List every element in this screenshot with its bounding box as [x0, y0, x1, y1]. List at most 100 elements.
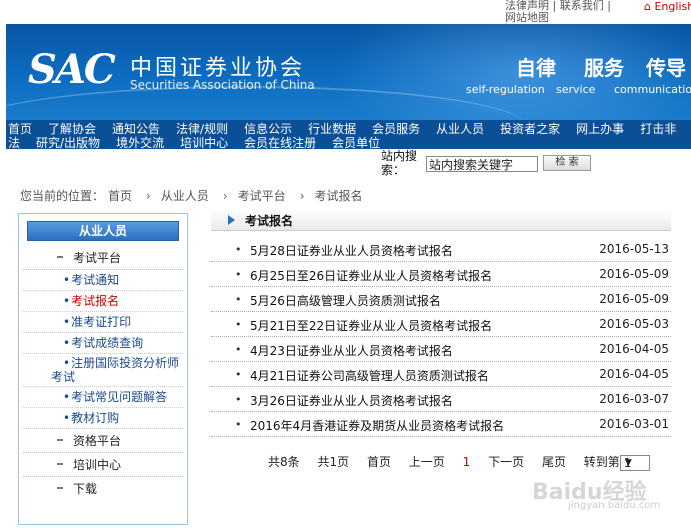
list-item-title[interactable]: 2016年4月香港证券及期货从业员资格考试报名 [250, 417, 504, 434]
sidebar-title: 从业人员 [27, 221, 179, 241]
list-item-date: 2016-05-09 [599, 292, 669, 306]
content-header: 考试报名 [211, 209, 671, 231]
search-bar: 站内搜索： 检 索 [6, 149, 691, 177]
list-item[interactable]: • 2016年4月香港证券及期货从业员资格考试报名 2016-03-01 [211, 412, 671, 437]
sidebar-item-cipa-exam[interactable]: •注册国际投资分析师考试 [23, 354, 183, 387]
collapse-icon [57, 256, 63, 258]
breadcrumb-exam-platform[interactable]: 考试平台 [238, 189, 286, 203]
nav-online-office[interactable]: 网上办事 [576, 122, 624, 136]
pager-prev[interactable]: 上一页 [409, 455, 445, 469]
list-item[interactable]: • 5月26日高级管理人员资质测试报名 2016-05-09 [211, 287, 671, 312]
sidebar-item-textbook[interactable]: •教材订购 [23, 408, 183, 429]
sidebar-section-training[interactable]: 培训中心 [23, 453, 183, 477]
sidebar-section-download[interactable]: 下载 [23, 477, 183, 501]
nav-research[interactable]: 研究/出版物 [36, 136, 100, 150]
chevron-right-icon: › [299, 189, 305, 203]
nav-training[interactable]: 培训中心 [180, 136, 228, 150]
list-item-date: 2016-05-09 [599, 267, 669, 281]
slogan-en-self-regulation: self-regulation [466, 83, 545, 96]
site-banner: SAC 中国证券业协会 Securities Association of Ch… [6, 24, 691, 120]
bullet-icon: • [235, 343, 242, 356]
sidebar-section-exam-platform[interactable]: 考试平台 [23, 246, 183, 270]
list-item[interactable]: • 6月25日至26日证券业从业人员资格考试报名 2016-05-09 [211, 262, 671, 287]
sidebar-item-exam-notice[interactable]: •考试通知 [23, 270, 183, 291]
breadcrumb-current: 考试报名 [314, 189, 363, 203]
pagination: 共8条 共1页 首页 上一页 1 下一页 尾页 转到第 1 ▼ [268, 453, 650, 471]
list-item[interactable]: • 4月23日证券业从业人员资格考试报名 2016-04-05 [211, 337, 671, 362]
list-item-title[interactable]: 6月25日至26日证券业从业人员资格考试报名 [250, 267, 492, 284]
notice-list: • 5月28日证券业从业人员资格考试报名 2016-05-13 • 6月25日至26日… [211, 237, 671, 437]
nav-member-units[interactable]: 会员单位 [332, 136, 380, 150]
sidebar: 从业人员 考试平台 •考试通知 •考试报名 •准考证打印 •考试成绩查询 •注册… [18, 213, 188, 525]
list-item[interactable]: • 3月26日证券业从业人员资格考试报名 2016-03-07 [211, 387, 671, 412]
main-nav: 首页 了解协会 通知公告 法律/规则 信息公示 行业数据 会员服务 从业人员 投资者之家 网上办事… [6, 120, 691, 150]
sac-logo[interactable]: SAC [28, 46, 116, 93]
collapse-icon [57, 439, 63, 441]
list-item-date: 2016-03-01 [599, 417, 669, 431]
breadcrumb-prefix: 您当前的位置： [20, 189, 105, 203]
chevron-down-icon: ▼ [624, 457, 632, 468]
list-item[interactable]: • 4月21日证券公司高级管理人员资质测试报名 2016-04-05 [211, 362, 671, 387]
bullet-icon: • [235, 418, 242, 431]
slogan-en-service: service [556, 83, 596, 96]
list-item[interactable]: • 5月21日至22日证券业从业人员资格考试报名 2016-05-03 [211, 312, 671, 337]
search-input[interactable] [426, 156, 538, 172]
bullet-icon: • [235, 318, 242, 331]
pager-goto-label: 转到第 [583, 455, 620, 469]
breadcrumb-home[interactable]: 首页 [108, 189, 132, 203]
collapse-icon [57, 487, 63, 489]
list-item[interactable]: • 5月28日证券业从业人员资格考试报名 2016-05-13 [211, 237, 671, 262]
content-title: 考试报名 [245, 214, 294, 228]
list-item-date: 2016-05-13 [599, 242, 669, 256]
pager-first[interactable]: 首页 [367, 455, 391, 469]
pager-total: 共8条 [268, 455, 300, 469]
page: 法律声明 | 联系我们 | 网站地图 ⌂ English SAC 中国证券业协会… [0, 0, 691, 532]
pager-pages: 共1页 [317, 455, 350, 469]
list-item-title[interactable]: 4月21日证券公司高级管理人员资质测试报名 [250, 367, 489, 384]
home-icon: ⌂ [644, 0, 651, 13]
breadcrumb: 您当前的位置： 首页 › 从业人员 › 考试平台 › 考试报名 [20, 187, 367, 204]
list-item-title[interactable]: 4月23日证券业从业人员资格考试报名 [250, 342, 453, 359]
bullet-icon: • [235, 243, 242, 256]
top-links: 法律声明 | 联系我们 | 网站地图 ⌂ English [0, 0, 691, 24]
watermark-url: jingyan.baidu.com [568, 500, 661, 511]
list-item-title[interactable]: 3月26日证券业从业人员资格考试报名 [250, 392, 453, 409]
search-button[interactable]: 检 索 [543, 155, 591, 171]
pager-next[interactable]: 下一页 [488, 455, 524, 469]
list-item-title[interactable]: 5月21日至22日证券业从业人员资格考试报名 [250, 317, 492, 334]
pager-last[interactable]: 尾页 [542, 455, 566, 469]
nav-crackdown-cont[interactable]: 法 [8, 136, 20, 150]
sidebar-item-admission-print[interactable]: •准考证打印 [23, 312, 183, 333]
search-label: 站内搜索： [381, 149, 418, 177]
site-map-link[interactable]: 网站地图 [505, 9, 549, 25]
english-link[interactable]: ⌂ English [644, 0, 691, 13]
triangle-right-icon [228, 215, 235, 225]
chevron-right-icon: › [222, 189, 228, 203]
nav-overseas[interactable]: 境外交流 [116, 136, 164, 150]
bullet-icon: • [235, 368, 242, 381]
bullet-icon: • [235, 393, 242, 406]
bullet-icon: • [235, 293, 242, 306]
sidebar-section-qualification[interactable]: 资格平台 [23, 429, 183, 453]
nav-investors[interactable]: 投资者之家 [500, 122, 560, 136]
list-item-date: 2016-04-05 [599, 342, 669, 356]
slogan-en-communication: communication [614, 83, 691, 96]
chevron-right-icon: › [146, 189, 151, 203]
pager-current: 1 [462, 455, 471, 469]
list-item-title[interactable]: 5月26日高级管理人员资质测试报名 [250, 292, 441, 309]
page-select[interactable]: 1 ▼ [619, 454, 650, 471]
sidebar-item-exam-registration[interactable]: •考试报名 [23, 291, 183, 312]
sidebar-item-score-query[interactable]: •考试成绩查询 [23, 333, 183, 354]
nav-member-register[interactable]: 会员在线注册 [244, 136, 316, 150]
breadcrumb-practitioners[interactable]: 从业人员 [161, 189, 209, 203]
sidebar-list: 考试平台 •考试通知 •考试报名 •准考证打印 •考试成绩查询 •注册国际投资分… [23, 246, 183, 501]
slogan-service: 服务 [584, 56, 624, 80]
collapse-icon [57, 463, 63, 465]
bullet-icon: • [235, 268, 242, 281]
list-item-title[interactable]: 5月28日证券业从业人员资格考试报名 [250, 242, 453, 259]
slogan-self-regulation: 自律 [516, 56, 556, 80]
nav-practitioners[interactable]: 从业人员 [436, 122, 484, 136]
sidebar-item-exam-faq[interactable]: •考试常见问题解答 [23, 387, 183, 408]
slogan-communication: 传导 [646, 56, 686, 80]
nav-crackdown[interactable]: 打击非 [640, 122, 676, 136]
